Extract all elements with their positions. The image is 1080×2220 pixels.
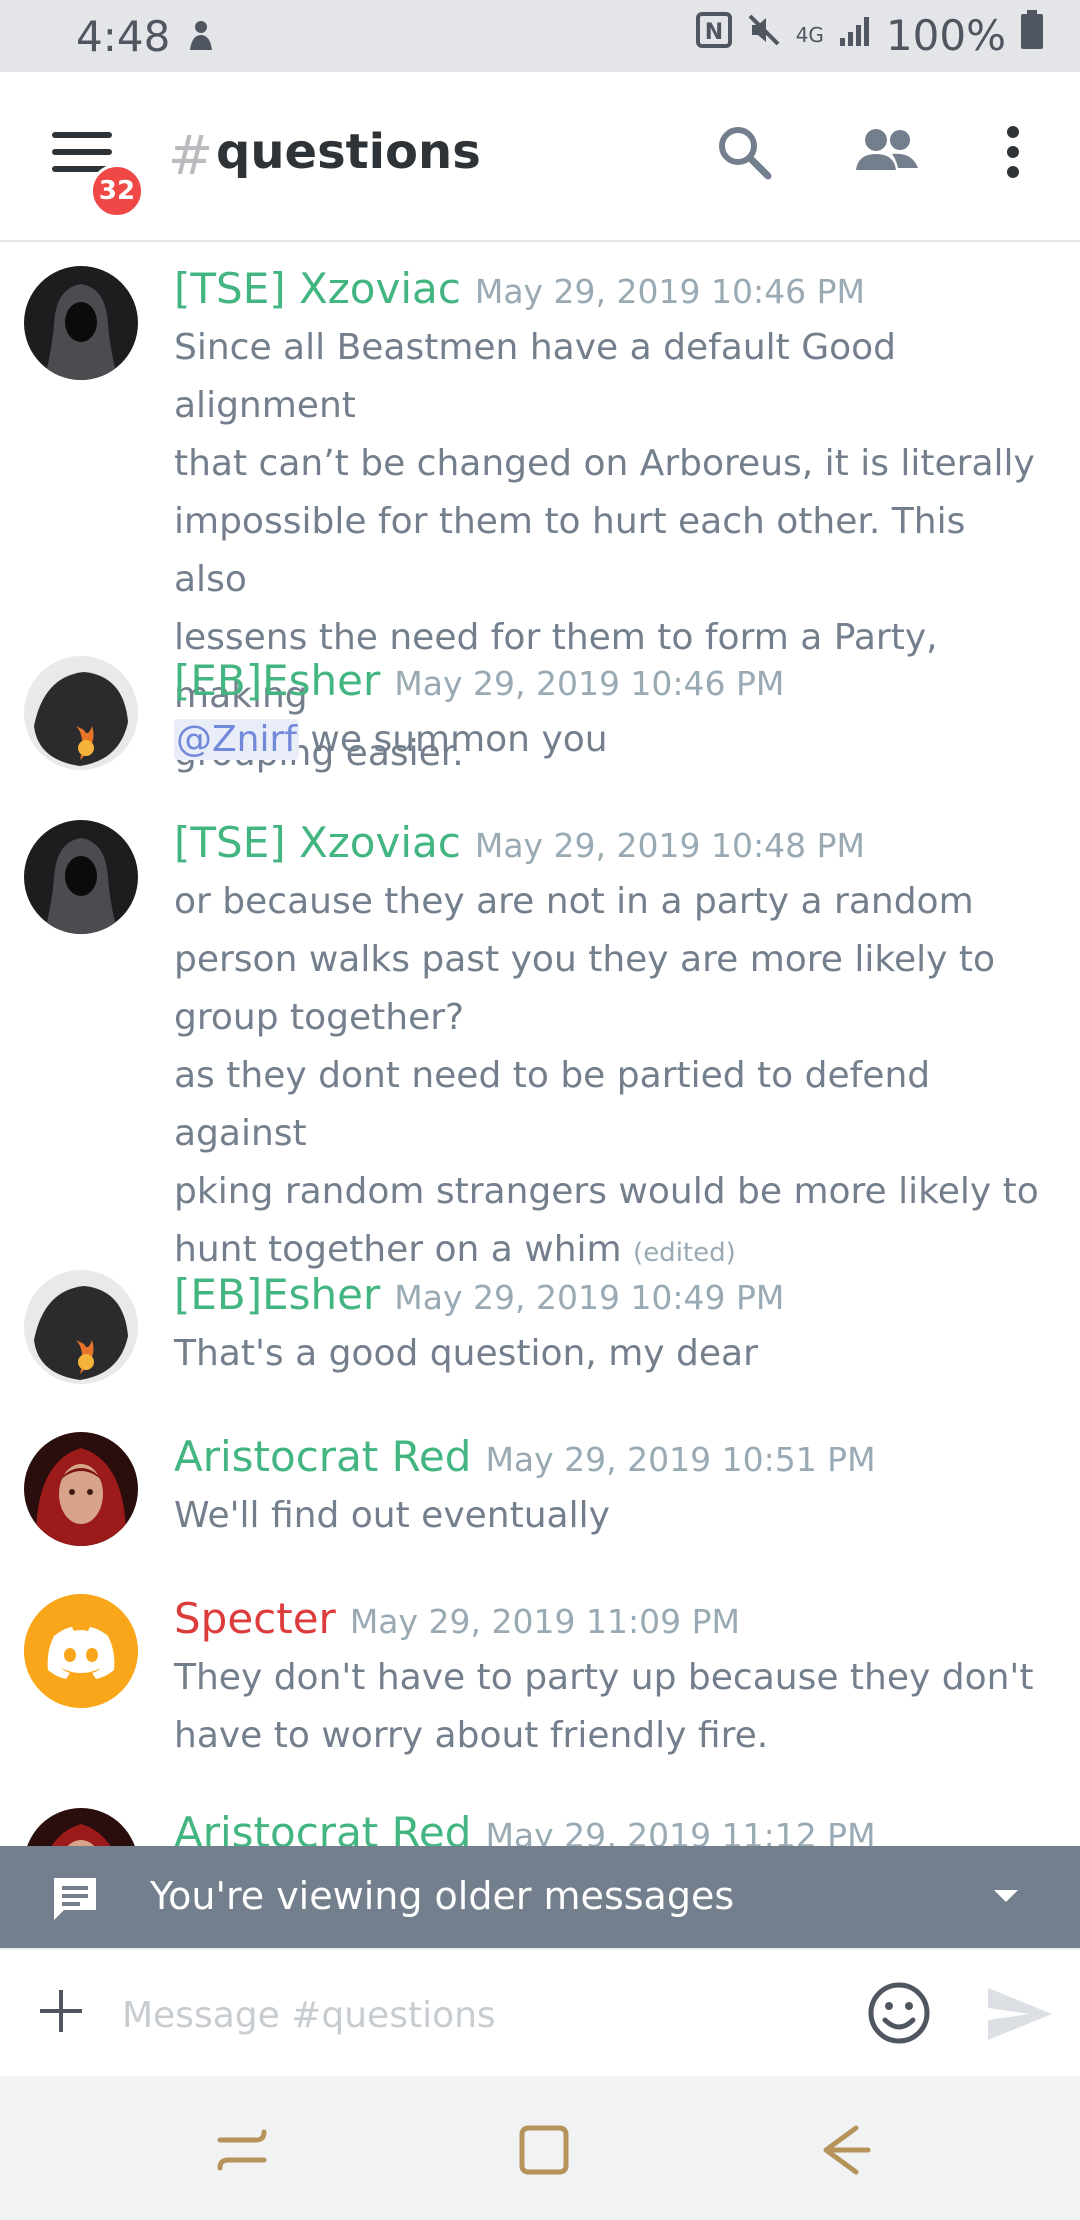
message-body: [EB]Esher May 29, 2019 10:46 PM @Znirf we…: [174, 656, 1040, 769]
status-right: N 4G 100%: [695, 10, 1044, 60]
text-line: They don't have to party up because they…: [174, 1657, 1034, 1698]
avatar[interactable]: [24, 656, 138, 770]
battery-icon: [1020, 10, 1044, 60]
avatar[interactable]: [24, 1594, 138, 1708]
older-messages-banner[interactable]: You're viewing older messages: [0, 1846, 1080, 1948]
text-line: person walks past you they are more like…: [174, 939, 996, 980]
battery-percent: 100%: [885, 10, 1006, 60]
message-body: Specter May 29, 2019 11:09 PM They don't …: [174, 1594, 1040, 1765]
status-time: 4:48: [76, 12, 171, 61]
message-list[interactable]: [TSE] Xzoviac May 29, 2019 10:46 PM Since…: [0, 242, 1080, 1846]
message-text: We'll find out eventually: [174, 1487, 1040, 1545]
network-type-label: 4G: [795, 23, 824, 47]
notification-app-icon: [186, 16, 216, 62]
search-icon[interactable]: [714, 122, 774, 186]
timestamp: May 29, 2019 11:09 PM: [349, 1602, 740, 1641]
status-bar: 4:48 N 4G 100%: [0, 0, 1080, 72]
author-name[interactable]: Aristocrat Red: [174, 1432, 471, 1481]
mute-icon: [746, 12, 782, 58]
back-icon[interactable]: [818, 2122, 874, 2182]
text-line: That's a good question, my dear: [174, 1333, 758, 1374]
timestamp: May 29, 2019 11:12 PM: [485, 1816, 876, 1846]
avatar[interactable]: [24, 1270, 138, 1384]
avatar[interactable]: [24, 1432, 138, 1546]
text-line: hunt together on a whim: [174, 1229, 622, 1270]
system-nav-bar: [0, 2076, 1080, 2220]
user-mention[interactable]: @Znirf: [174, 719, 299, 760]
channel-header: 32 # questions: [0, 72, 1080, 242]
nfc-icon: N: [695, 12, 732, 58]
text-line: we summon you: [298, 719, 608, 760]
author-name[interactable]: [TSE] Xzoviac: [174, 264, 461, 313]
home-icon[interactable]: [516, 2122, 572, 2182]
send-icon[interactable]: [986, 1986, 1054, 2046]
author-name[interactable]: [EB]Esher: [174, 1270, 380, 1319]
emoji-icon[interactable]: [866, 1980, 932, 2050]
avatar[interactable]: [24, 1808, 138, 1846]
timestamp: May 29, 2019 10:46 PM: [474, 272, 865, 311]
text-line: that can’t be changed on Arboreus, it is…: [174, 443, 1035, 484]
channel-hash-icon: #: [168, 124, 214, 187]
channel-title: questions: [216, 124, 481, 180]
text-line: We'll find out eventually: [174, 1495, 610, 1536]
recents-icon[interactable]: [214, 2122, 270, 2182]
author-name[interactable]: [EB]Esher: [174, 656, 380, 705]
avatar[interactable]: [24, 820, 138, 934]
message-text: or because they are not in a party a ran…: [174, 873, 1040, 1282]
text-line: or because they are not in a party a ran…: [174, 881, 974, 922]
signal-icon: [838, 12, 872, 58]
svg-text:N: N: [704, 20, 722, 45]
message-input[interactable]: [120, 1980, 824, 2050]
message-text: They don't have to party up because they…: [174, 1649, 1040, 1765]
text-line: Since all Beastmen have a default Good a…: [174, 327, 897, 426]
edited-label: (edited): [633, 1238, 736, 1268]
more-icon[interactable]: [998, 122, 1028, 186]
message-body: Aristocrat Red May 29, 2019 10:51 PM We'l…: [174, 1432, 1040, 1545]
text-line: have to worry about friendly fire.: [174, 1715, 769, 1756]
avatar[interactable]: [24, 266, 138, 380]
text-line: impossible for them to hurt each other. …: [174, 501, 966, 600]
add-attachment-icon[interactable]: [38, 1988, 84, 2038]
older-messages-text: You're viewing older messages: [150, 1874, 735, 1918]
message-body: [TSE] Xzoviac May 29, 2019 10:48 PM or be…: [174, 818, 1040, 1282]
author-name[interactable]: Specter: [174, 1594, 336, 1643]
timestamp: May 29, 2019 10:46 PM: [394, 664, 785, 703]
timestamp: May 29, 2019 10:49 PM: [394, 1278, 785, 1317]
author-name[interactable]: Aristocrat Red: [174, 1808, 471, 1846]
timestamp: May 29, 2019 10:51 PM: [485, 1440, 876, 1479]
chat-bubble-icon: [50, 1874, 100, 1926]
chevron-down-icon[interactable]: [992, 1888, 1020, 1908]
message-body: [EB]Esher May 29, 2019 10:49 PM That's a …: [174, 1270, 1040, 1383]
text-line: as they dont need to be partied to defen…: [174, 1055, 931, 1154]
timestamp: May 29, 2019 10:48 PM: [474, 826, 865, 865]
unread-badge: 32: [90, 164, 144, 218]
text-line: group together?: [174, 997, 465, 1038]
author-name[interactable]: [TSE] Xzoviac: [174, 818, 461, 867]
message-body: Aristocrat Red May 29, 2019 11:12 PM: [174, 1808, 1040, 1846]
text-line: pking random strangers would be more lik…: [174, 1171, 1039, 1212]
message-text: That's a good question, my dear: [174, 1325, 1040, 1383]
members-icon[interactable]: [852, 122, 922, 186]
message-text: @Znirf we summon you: [174, 711, 1040, 769]
message-composer: [0, 1948, 1080, 2078]
